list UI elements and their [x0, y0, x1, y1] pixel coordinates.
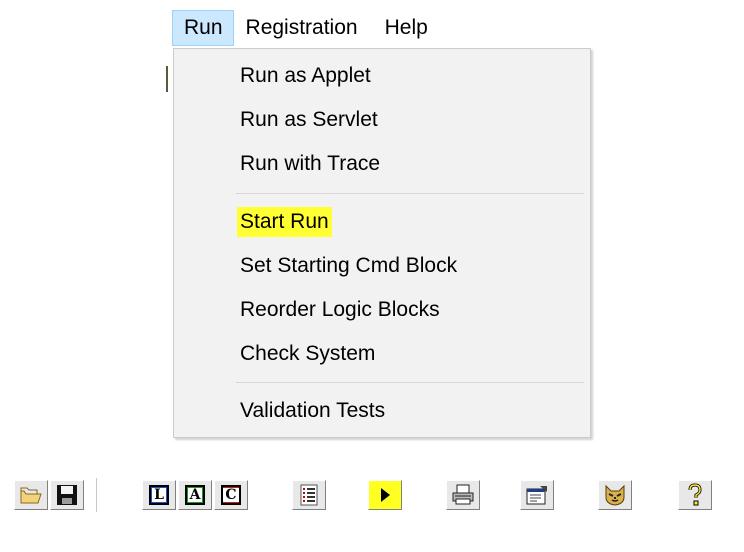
play-icon — [376, 485, 394, 505]
menu-separator — [236, 193, 584, 194]
menu-item-check-system[interactable]: Check System — [240, 339, 375, 369]
properties-button[interactable] — [520, 480, 554, 510]
cmd-block-button[interactable]: C — [214, 480, 248, 510]
help-button[interactable] — [678, 480, 712, 510]
action-block-icon: A — [185, 485, 205, 505]
menu-run[interactable]: Run — [172, 10, 234, 46]
menu-item-reorder-logic-blocks[interactable]: Reorder Logic Blocks — [240, 295, 440, 325]
menu-item-run-with-trace[interactable]: Run with Trace — [240, 149, 380, 179]
toolbar-separator — [96, 478, 97, 512]
toolbar: L A C — [0, 468, 744, 522]
help-question-icon — [685, 483, 705, 507]
menu-item-validation-tests[interactable]: Validation Tests — [240, 396, 385, 426]
menu-item-set-starting-cmd-block[interactable]: Set Starting Cmd Block — [240, 251, 457, 281]
run-dropdown-menu: Run as Applet Run as Servlet Run with Tr… — [173, 48, 591, 438]
print-button[interactable] — [446, 480, 480, 510]
menu-registration[interactable]: Registration — [234, 10, 370, 46]
logic-block-button[interactable]: L — [142, 480, 176, 510]
action-block-button[interactable]: A — [178, 480, 212, 510]
start-run-button[interactable] — [368, 480, 402, 510]
list-button[interactable] — [292, 480, 326, 510]
cat-face-icon — [603, 484, 627, 506]
window-edge-fragment — [166, 66, 168, 92]
menu-bar: Run Registration Help — [172, 8, 472, 48]
menu-separator — [236, 382, 584, 383]
save-button[interactable] — [50, 480, 84, 510]
save-disk-icon — [56, 484, 78, 506]
menu-item-run-as-servlet[interactable]: Run as Servlet — [240, 105, 378, 135]
cmd-block-icon: C — [221, 485, 241, 505]
open-button[interactable] — [14, 480, 48, 510]
list-icon — [299, 484, 319, 506]
mascot-button[interactable] — [598, 480, 632, 510]
menu-help[interactable]: Help — [370, 10, 439, 46]
open-folder-icon — [19, 485, 43, 505]
menu-item-run-as-applet[interactable]: Run as Applet — [240, 61, 371, 91]
menu-item-start-run[interactable]: Start Run — [237, 207, 332, 237]
logic-block-icon: L — [149, 485, 169, 505]
properties-icon — [525, 484, 549, 506]
printer-icon — [451, 484, 475, 506]
